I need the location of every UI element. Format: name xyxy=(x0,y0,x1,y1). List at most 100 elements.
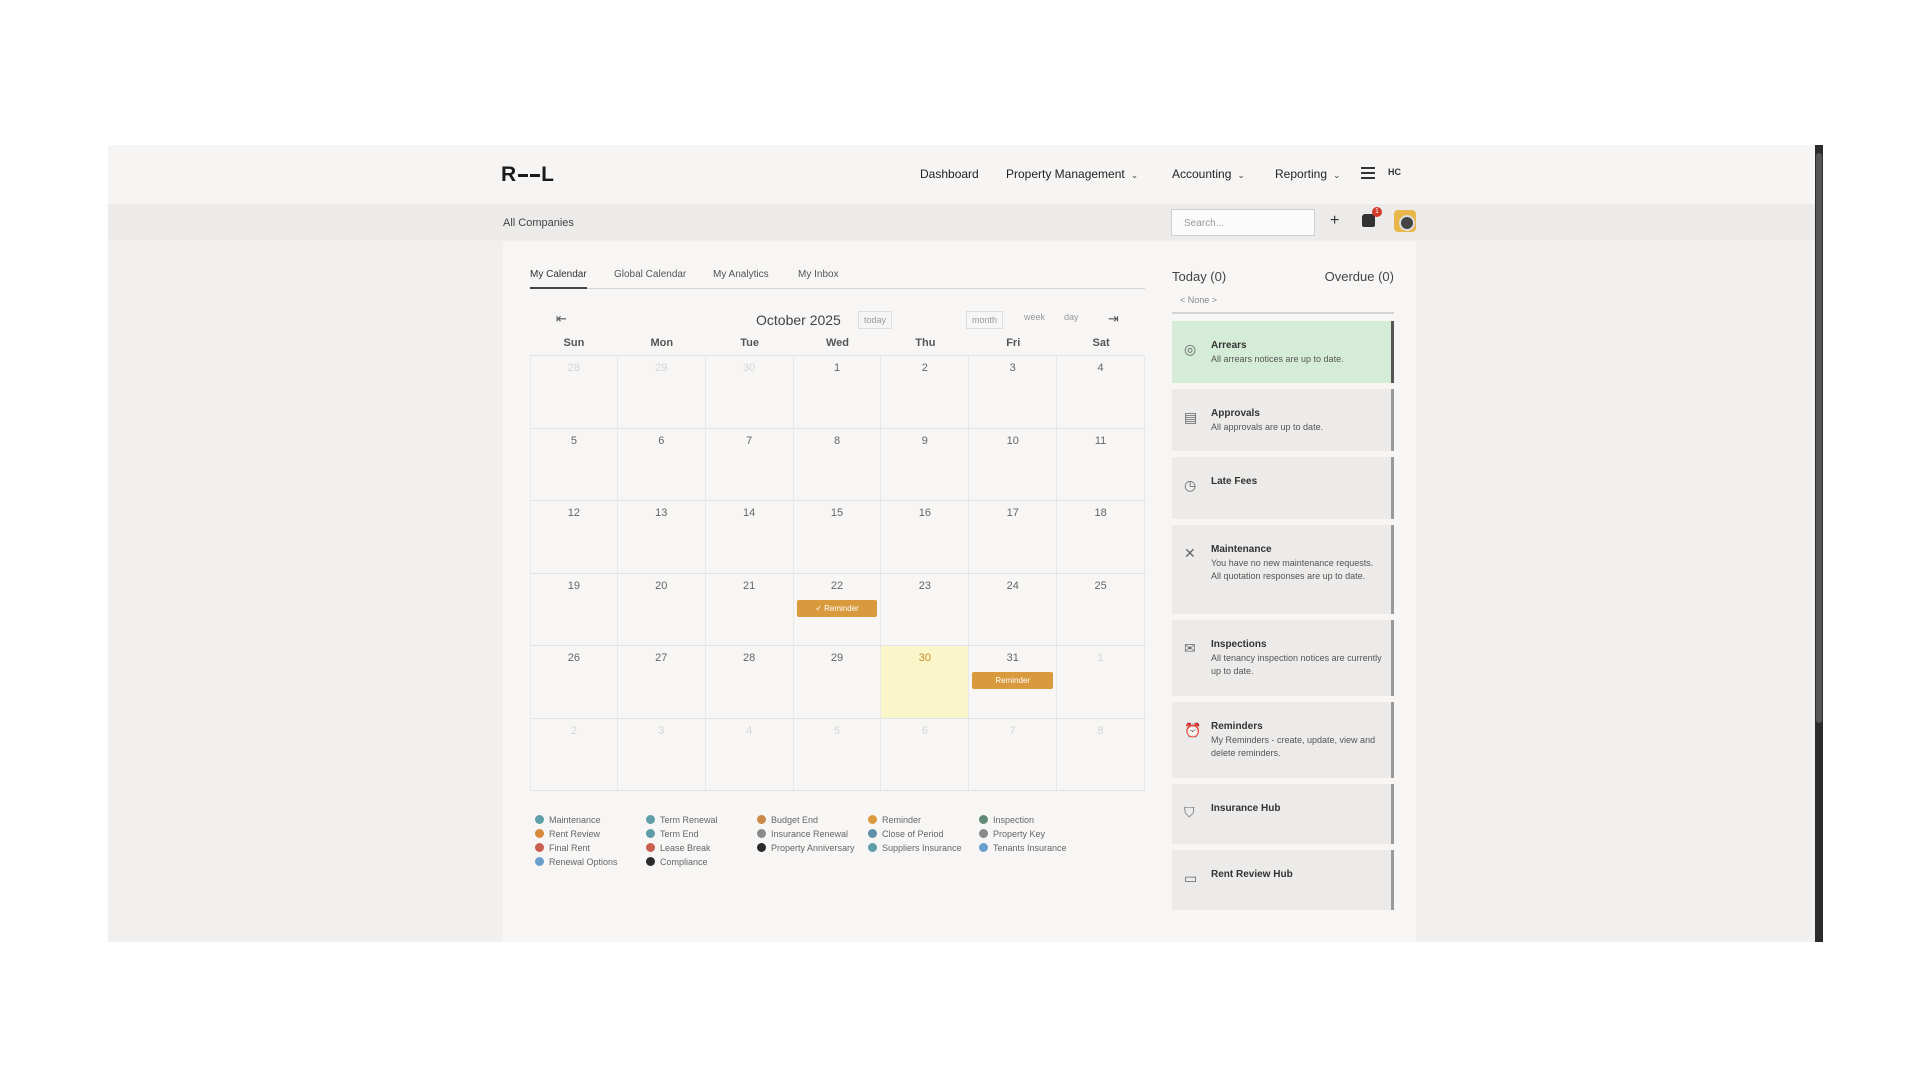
day-number: 29 xyxy=(830,652,844,664)
day-cell[interactable]: 28 xyxy=(530,356,618,428)
day-cell[interactable]: 14 xyxy=(706,501,794,573)
avatar[interactable] xyxy=(1394,210,1416,232)
calendar-event-reminder[interactable]: Reminder xyxy=(972,672,1054,689)
nav-property-management[interactable]: Property Management ⌄ xyxy=(1006,167,1138,181)
user-initials[interactable]: HC xyxy=(1388,167,1401,177)
check-circle-icon xyxy=(646,815,655,824)
chevron-down-icon: ⌄ xyxy=(1237,170,1245,180)
card-late-fees[interactable]: ◷ Late Fees xyxy=(1172,457,1394,519)
tab-my-analytics[interactable]: My Analytics xyxy=(713,269,769,280)
day-number: 8 xyxy=(833,434,841,447)
day-cell[interactable]: 26 xyxy=(530,646,618,718)
day-cell[interactable]: 24 xyxy=(969,573,1058,645)
app-window: RL Dashboard Property Management ⌄ Accoun… xyxy=(108,145,1823,942)
nav-accounting[interactable]: Accounting ⌄ xyxy=(1172,167,1245,181)
day-cell[interactable]: 18 xyxy=(1057,501,1146,573)
day-number: 30 xyxy=(743,362,756,374)
add-icon[interactable]: + xyxy=(1330,212,1339,230)
card-inspections[interactable]: ✉ Inspections All tenancy inspection not… xyxy=(1172,620,1394,696)
day-cell[interactable]: 6 xyxy=(618,428,706,500)
brand-logo[interactable]: RL xyxy=(501,163,555,187)
day-cell[interactable]: 10 xyxy=(969,428,1058,500)
day-cell[interactable]: 23 xyxy=(881,573,970,645)
nav-dashboard[interactable]: Dashboard xyxy=(920,167,979,181)
card-title: Approvals xyxy=(1211,408,1260,419)
day-cell[interactable]: 11 xyxy=(1057,428,1146,500)
day-cell[interactable]: 2 xyxy=(530,718,618,790)
view-week-button[interactable]: week xyxy=(1024,312,1045,322)
day-cell[interactable]: 15 xyxy=(794,501,882,573)
day-number: 28 xyxy=(567,362,581,374)
card-approvals[interactable]: ▤ Approvals All approvals are up to date… xyxy=(1172,389,1394,451)
day-cell[interactable]: 9 xyxy=(881,428,970,500)
day-cell[interactable]: 8 xyxy=(1057,718,1146,790)
day-cell[interactable]: 30 xyxy=(706,356,794,428)
view-day-button[interactable]: day xyxy=(1064,312,1079,322)
card-rent-review-hub[interactable]: ▭ Rent Review Hub xyxy=(1172,850,1394,910)
day-cell[interactable]: 1 xyxy=(794,356,882,428)
card-insurance-hub[interactable]: ⛉ Insurance Hub xyxy=(1172,784,1394,844)
search-input[interactable]: Search... xyxy=(1171,209,1315,236)
tab-global-calendar[interactable]: Global Calendar xyxy=(614,269,686,280)
day-cell[interactable]: 21 xyxy=(706,573,794,645)
day-cell[interactable]: 27 xyxy=(618,646,706,718)
card-reminders[interactable]: ⏰ Reminders My Reminders - create, updat… xyxy=(1172,702,1394,778)
day-cell[interactable]: 7 xyxy=(969,718,1058,790)
day-cell[interactable]: 16 xyxy=(881,501,970,573)
legend-item: Property Anniversary xyxy=(757,843,855,853)
day-cell[interactable]: 4 xyxy=(706,718,794,790)
calendar-event-reminder[interactable]: ✓ Reminder xyxy=(796,599,878,617)
day-cell[interactable]: 2 xyxy=(881,356,970,428)
scrollbar-thumb[interactable] xyxy=(1816,153,1822,723)
tab-my-inbox[interactable]: My Inbox xyxy=(798,269,839,280)
weekday-header: Wed xyxy=(825,337,850,349)
check-circle-icon xyxy=(535,829,544,838)
day-cell[interactable]: 12 xyxy=(530,501,618,573)
day-cell[interactable]: 25 xyxy=(1057,573,1146,645)
hamburger-menu-icon[interactable] xyxy=(1361,167,1375,179)
tab-today[interactable]: Today (0) xyxy=(1172,269,1226,284)
day-cell[interactable]: 29 xyxy=(794,646,882,718)
card-description: All arrears notices are up to date. xyxy=(1211,354,1344,364)
day-cell[interactable]: 5 xyxy=(530,428,618,500)
day-cell[interactable]: 1 xyxy=(1057,646,1146,718)
day-cell[interactable]: 22 ✓ Reminder xyxy=(794,573,882,645)
nav-reporting[interactable]: Reporting ⌄ xyxy=(1275,167,1341,181)
day-cell[interactable]: 17 xyxy=(969,501,1058,573)
today-button[interactable]: today xyxy=(858,311,893,329)
alarm-icon: ⏰ xyxy=(1184,722,1202,738)
tab-overdue[interactable]: Overdue (0) xyxy=(1325,269,1394,284)
view-month-button[interactable]: month xyxy=(966,311,1004,329)
day-number: 2 xyxy=(570,724,577,737)
page-scrollbar[interactable] xyxy=(1815,145,1823,942)
day-cell[interactable]: 29 xyxy=(618,356,706,428)
legend-item: Term End xyxy=(646,829,699,839)
day-cell[interactable]: 13 xyxy=(618,501,706,573)
day-cell[interactable]: 28 xyxy=(706,646,794,718)
day-cell[interactable]: 5 xyxy=(794,718,882,790)
legend-label: Budget End xyxy=(771,815,819,825)
day-cell[interactable]: 3 xyxy=(969,356,1058,428)
check-circle-icon xyxy=(868,815,877,824)
day-cell[interactable]: 7 xyxy=(706,428,794,500)
breadcrumb[interactable]: All Companies xyxy=(503,217,574,229)
day-cell[interactable]: 20 xyxy=(618,573,706,645)
day-cell[interactable]: 4 xyxy=(1057,356,1146,428)
day-cell[interactable]: 19 xyxy=(530,573,618,645)
card-maintenance[interactable]: ✕ Maintenance You have no new maintenanc… xyxy=(1172,525,1394,614)
weekday-header: Tue xyxy=(740,337,760,349)
day-cell[interactable]: 8 xyxy=(794,428,882,500)
prev-arrow-icon[interactable]: ⇤ xyxy=(556,311,567,327)
tab-my-calendar[interactable]: My Calendar xyxy=(530,269,587,289)
day-cell-today[interactable]: 30 xyxy=(881,646,970,718)
day-cell[interactable]: 31 Reminder xyxy=(969,646,1058,718)
card-description: You have no new maintenance requests. Al… xyxy=(1211,558,1374,581)
check-circle-icon xyxy=(979,843,988,852)
day-cell[interactable]: 6 xyxy=(881,718,970,790)
card-arrears[interactable]: ◎ Arrears All arrears notices are up to … xyxy=(1172,321,1394,383)
legend-item: Final Rent xyxy=(535,843,590,853)
legend-item: Term Renewal xyxy=(646,815,718,825)
legend-item: Reminder xyxy=(868,815,921,825)
next-arrow-icon[interactable]: ⇥ xyxy=(1108,311,1119,327)
day-cell[interactable]: 3 xyxy=(618,718,706,790)
